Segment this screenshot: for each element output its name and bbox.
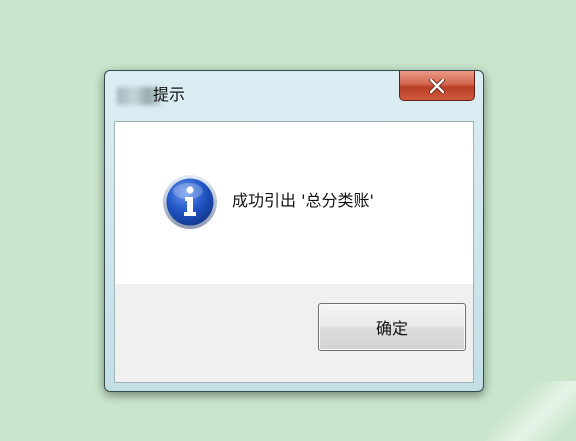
ok-button[interactable]: 确定	[318, 303, 466, 351]
dialog-titlebar[interactable]: 提示	[105, 71, 483, 119]
message-dialog: 提示 成功引出 '总分类账' 确定	[104, 70, 484, 392]
dialog-content: 成功引出 '总分类账' 确定	[114, 121, 474, 383]
info-icon	[163, 175, 217, 229]
message-text: 成功引出 '总分类账'	[232, 191, 374, 210]
background-sheen	[486, 381, 576, 441]
close-icon	[429, 78, 445, 93]
dialog-title: 提示	[153, 85, 186, 104]
message-area: 成功引出 '总分类账'	[115, 122, 473, 284]
close-button[interactable]	[399, 71, 475, 101]
